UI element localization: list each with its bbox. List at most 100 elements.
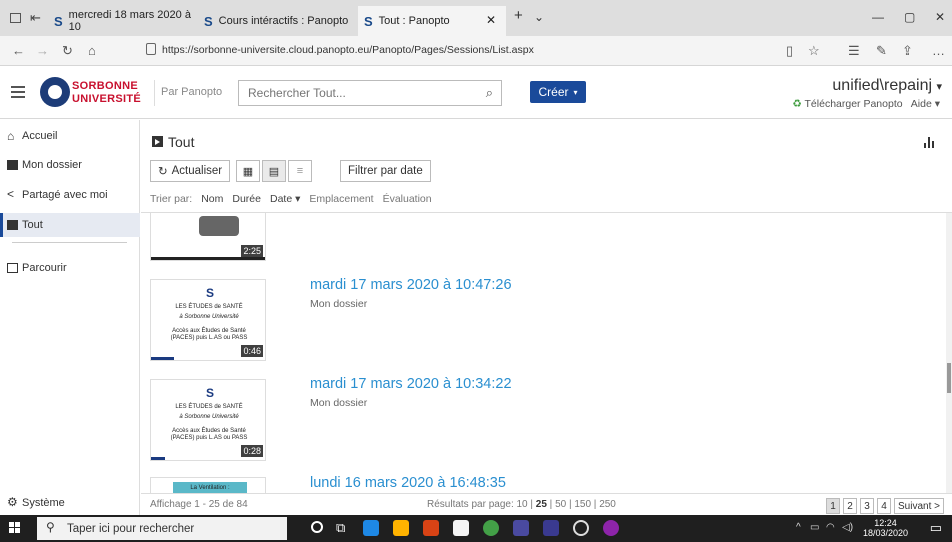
sort-by-rating[interactable]: Évaluation	[383, 193, 432, 205]
next-page-button[interactable]: Suivant >	[894, 498, 944, 514]
showing-count: Affichage 1 - 25 de 84	[150, 499, 248, 510]
session-thumbnail[interactable]: S LES ÉTUDES de SANTÉ à Sorbonne Univers…	[150, 379, 266, 461]
list-view-button[interactable]: ≡	[288, 160, 312, 182]
list-scrollbar[interactable]	[946, 213, 952, 493]
notepad-plus-icon[interactable]	[513, 520, 529, 536]
page-4[interactable]: 4	[877, 498, 892, 514]
tab-manager-icon[interactable]	[10, 13, 21, 23]
sidebar-item-parcourir[interactable]: Parcourir	[0, 256, 140, 280]
sort-by-duration[interactable]: Durée	[232, 193, 261, 205]
notepad-plus-2-icon[interactable]	[543, 520, 559, 536]
search-box[interactable]: ⌕	[238, 80, 502, 106]
reading-view-icon[interactable]: ▯	[786, 43, 793, 59]
network-icon[interactable]: ◠	[826, 522, 835, 533]
user-menu[interactable]: unified\repainj ▾	[832, 77, 942, 95]
header-divider	[154, 80, 155, 106]
help-link[interactable]: Aide	[911, 98, 932, 110]
sidebar-item-mon-dossier[interactable]: Mon dossier	[0, 153, 140, 177]
detail-view-button[interactable]: ▤	[262, 160, 286, 182]
sorbonne-favicon-icon: S	[364, 13, 373, 29]
sort-by-name[interactable]: Nom	[201, 193, 223, 205]
sorbonne-logo-text[interactable]: SORBONNE UNIVERSITÉ	[72, 81, 141, 105]
stats-bar-chart-icon[interactable]	[924, 137, 936, 148]
caret-down-icon: ▾	[934, 98, 940, 110]
app-green-icon[interactable]	[483, 520, 499, 536]
download-panopto-link[interactable]: Télécharger Panopto	[805, 98, 903, 110]
per-page-50[interactable]: 50	[555, 499, 566, 510]
powerpoint-icon[interactable]	[423, 520, 439, 536]
taskbar-search[interactable]: ⚲ Taper ici pour rechercher	[37, 517, 287, 540]
session-title-link[interactable]: lundi 16 mars 2020 à 16:48:35	[310, 475, 506, 491]
sidebar-item-accueil[interactable]: ⌂ Accueil	[0, 124, 140, 148]
sorbonne-logo-icon: S	[206, 286, 215, 300]
maximize-icon[interactable]: ▢	[904, 10, 915, 24]
url-field[interactable]: https://sorbonne-universite.cloud.panopt…	[162, 44, 534, 56]
page-1[interactable]: 1	[826, 498, 841, 514]
new-tab-icon[interactable]: +	[514, 7, 523, 24]
task-view-icon[interactable]: ⧉	[336, 520, 345, 536]
minimize-icon[interactable]: —	[872, 10, 884, 24]
progress-bar	[151, 257, 265, 260]
windows-start-icon[interactable]	[9, 522, 21, 534]
page-2[interactable]: 2	[843, 498, 858, 514]
refresh-icon[interactable]: ↻	[62, 43, 73, 59]
battery-icon[interactable]: ▭	[810, 522, 819, 533]
filter-date-button[interactable]: Filtrer par date	[340, 160, 431, 182]
pen-notes-icon[interactable]: ✎	[876, 43, 887, 59]
home-icon[interactable]: ⌂	[88, 43, 96, 58]
chrome-icon[interactable]	[573, 520, 589, 536]
create-button[interactable]: Créer ▾	[530, 81, 586, 103]
per-page-25[interactable]: 25	[536, 499, 547, 510]
session-thumbnail[interactable]: La Ventilation :	[150, 477, 266, 493]
tray-chevron-icon[interactable]: ^	[796, 522, 801, 533]
file-explorer-icon[interactable]	[393, 520, 409, 536]
sort-by-location[interactable]: Emplacement	[309, 193, 373, 205]
session-title-link[interactable]: mardi 17 mars 2020 à 10:34:22	[310, 376, 512, 392]
sidebar-item-systeme[interactable]: ⚙ Système	[0, 491, 140, 515]
edge-icon[interactable]	[363, 520, 379, 536]
page-3[interactable]: 3	[860, 498, 875, 514]
caret-down-icon: ▾	[936, 81, 942, 93]
cortana-icon[interactable]	[311, 521, 323, 533]
pagination: 1 2 3 4 Suivant >	[826, 498, 944, 514]
document-icon[interactable]	[453, 520, 469, 536]
refresh-button[interactable]: ↻ Actualiser	[150, 160, 231, 182]
address-bar-row: ← → ↻ ⌂ https://sorbonne-universite.clou…	[0, 36, 952, 66]
favorite-star-icon[interactable]: ☆	[808, 43, 820, 59]
sort-by-date[interactable]: Date ▾	[270, 193, 300, 205]
sidebar-item-tout[interactable]: Tout	[0, 213, 140, 237]
app-purple-icon[interactable]	[603, 520, 619, 536]
session-folder-link[interactable]: Mon dossier	[310, 298, 367, 310]
scrollbar-thumb[interactable]	[947, 363, 951, 393]
chevron-down-icon[interactable]: ⌄	[534, 10, 544, 24]
session-thumbnail[interactable]: S LES ÉTUDES de SANTÉ à Sorbonne Univers…	[150, 279, 266, 361]
tab-mercredi[interactable]: S mercredi 18 mars 2020 à 10	[48, 6, 194, 36]
volume-icon[interactable]: ◁)	[842, 522, 853, 533]
notifications-icon[interactable]: ▭	[930, 520, 942, 536]
close-window-icon[interactable]: ✕	[935, 10, 945, 24]
favorites-hub-icon[interactable]: ☰	[848, 43, 860, 59]
share-icon[interactable]: ⇪	[902, 43, 913, 59]
close-tab-icon[interactable]: ✕	[486, 13, 496, 27]
sidebar-item-partage[interactable]: < Partagé avec moi	[0, 183, 140, 207]
session-folder-link[interactable]: Mon dossier	[310, 397, 367, 409]
session-title-link[interactable]: mardi 17 mars 2020 à 10:47:26	[310, 277, 512, 293]
per-page-150[interactable]: 150	[574, 499, 591, 510]
play-box-icon	[152, 136, 163, 147]
back-icon[interactable]: ←	[12, 43, 25, 58]
tab-tout-panopto[interactable]: S Tout : Panopto ✕	[358, 6, 506, 36]
search-input[interactable]	[239, 81, 459, 105]
grid-view-button[interactable]: ▦	[236, 160, 260, 182]
more-icon[interactable]: …	[932, 43, 945, 58]
session-thumbnail[interactable]: 2:25	[150, 213, 266, 261]
forward-icon[interactable]: →	[36, 43, 49, 58]
per-page-250[interactable]: 250	[599, 499, 616, 510]
set-aside-tabs-icon[interactable]: ⇤	[30, 10, 41, 26]
tab-cours-interactifs[interactable]: S Cours intéractifs : Panopto	[198, 6, 356, 36]
progress-bar	[151, 357, 174, 360]
hamburger-menu-icon[interactable]	[11, 86, 25, 98]
search-icon[interactable]: ⌕	[486, 85, 493, 101]
sort-bar: Trier par: Nom Durée Date ▾ Emplacement …	[150, 193, 432, 205]
per-page-10[interactable]: 10	[517, 499, 528, 510]
clock[interactable]: 12:24 18/03/2020	[863, 518, 908, 538]
